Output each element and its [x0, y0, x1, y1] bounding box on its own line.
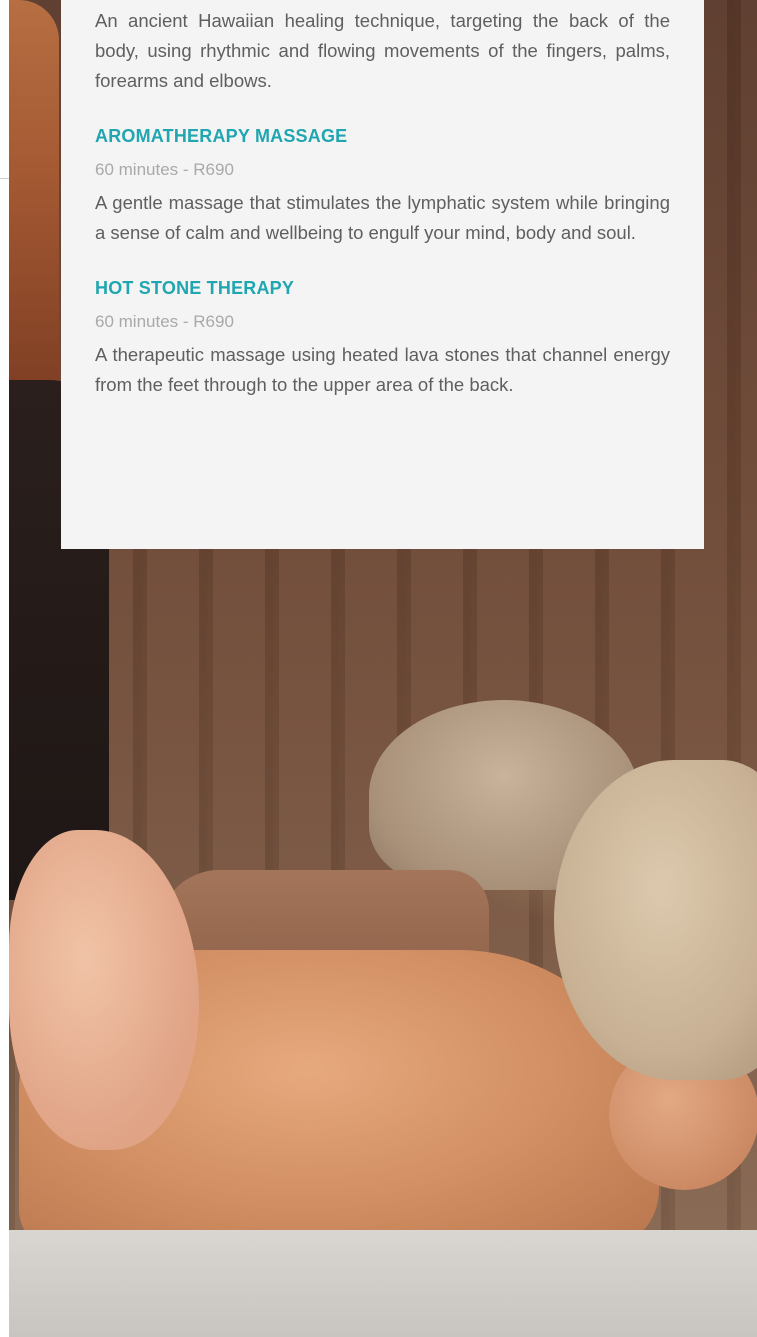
therapist-hair-shape — [9, 0, 59, 420]
spa-menu-card: An ancient Hawaiian healing technique, t… — [61, 0, 704, 549]
massage-table-sheet — [9, 1230, 757, 1337]
lomi-lomi-description: An ancient Hawaiian healing technique, t… — [95, 10, 670, 91]
service-duration-price: 60 minutes - R690 — [95, 160, 234, 179]
page-margin — [0, 0, 9, 1337]
therapist-hands — [9, 830, 199, 1150]
service-description: A therapeutic massage using heated lava … — [95, 344, 670, 395]
service-title: HOT STONE THERAPY — [95, 278, 295, 298]
service-title: AROMATHERAPY MASSAGE — [95, 126, 348, 146]
service-description: A gentle massage that stimulates the lym… — [95, 192, 670, 243]
service-hot-stone: HOT STONE THERAPY 60 minutes - R690 A th… — [95, 276, 670, 400]
service-duration-price: 60 minutes - R690 — [95, 312, 234, 331]
margin-rule — [0, 178, 9, 179]
service-aromatherapy: AROMATHERAPY MASSAGE 60 minutes - R690 A… — [95, 124, 670, 248]
